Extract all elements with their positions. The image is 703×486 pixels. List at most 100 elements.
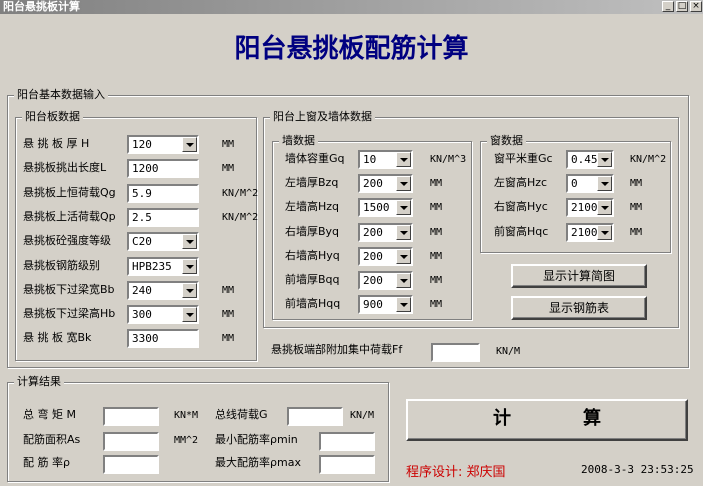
wall-row-select[interactable]: 900	[358, 295, 413, 315]
wall-row-value: 200	[363, 177, 383, 191]
slab-row-input[interactable]: 1200	[127, 159, 199, 179]
total-load-output[interactable]	[287, 407, 343, 426]
chevron-down-icon[interactable]	[597, 176, 612, 192]
slab-row-unit: KN/M^2	[222, 187, 259, 199]
minimize-button[interactable]: _	[662, 1, 674, 12]
wall-row-value: 200	[363, 249, 383, 263]
chevron-down-icon[interactable]	[396, 224, 411, 240]
wall-row-unit: MM	[430, 226, 443, 238]
slab-row-select[interactable]: C20	[127, 232, 199, 252]
wall-row-select[interactable]: 200	[358, 271, 413, 290]
ratio-label: 配 筋 率ρ	[23, 456, 70, 469]
wall-row-label: 左墙高Hzq	[285, 200, 340, 214]
wall-row-select[interactable]: 10	[358, 150, 413, 169]
window-row-label: 窗平米重Gc	[494, 152, 553, 165]
show-diagram-button[interactable]: 显示计算简图	[511, 264, 647, 288]
chevron-down-icon[interactable]	[597, 152, 612, 167]
maximize-button[interactable]: □	[676, 1, 688, 12]
slab-row-unit: MM	[222, 163, 235, 175]
wall-row-select[interactable]: 200	[358, 246, 413, 266]
slab-row-value: 1200	[132, 162, 159, 176]
chevron-down-icon[interactable]	[396, 248, 411, 264]
area-output[interactable]	[103, 432, 159, 451]
slab-row-label: 悬挑板上恒荷载Qg	[23, 185, 116, 199]
chevron-down-icon[interactable]	[597, 200, 612, 216]
slab-row-label: 悬挑板钢筋级别	[23, 258, 100, 272]
chevron-down-icon[interactable]	[396, 273, 411, 288]
wall-row-select[interactable]: 200	[358, 174, 413, 194]
wall-row-label: 前墙厚Bqq	[285, 273, 340, 286]
slab-row-label: 悬挑板砼强度等级	[23, 234, 111, 248]
concentrated-load-unit: KN/M	[496, 346, 521, 357]
slab-row-label: 悬挑板下过梁高Hb	[23, 307, 116, 321]
slab-row-unit: MM	[222, 333, 235, 345]
author-credit: 程序设计: 郑庆国	[406, 465, 506, 480]
chevron-down-icon[interactable]	[182, 234, 197, 250]
slab-row-value: HPB235	[132, 259, 172, 273]
chevron-down-icon[interactable]	[396, 200, 411, 216]
slab-row-value: 2.5	[132, 210, 152, 224]
wall-row-unit: MM	[430, 202, 443, 214]
wall-row-unit: MM	[430, 299, 443, 311]
window-row-select[interactable]: 2100	[566, 198, 614, 218]
wall-row-label: 右墙厚Byq	[285, 224, 340, 238]
min-ratio-output[interactable]	[319, 432, 375, 451]
close-button[interactable]: ×	[690, 1, 702, 12]
chevron-down-icon[interactable]	[182, 307, 197, 323]
wall-row-value: 10	[363, 153, 377, 166]
slab-row-label: 悬 挑 板 厚 H	[23, 137, 90, 150]
window-row-select[interactable]: 0	[566, 174, 614, 194]
chevron-down-icon[interactable]	[597, 224, 612, 240]
max-ratio-label: 最大配筋率ρmax	[215, 456, 301, 469]
concentrated-load-input[interactable]	[431, 343, 480, 362]
basic-data-label: 阳台基本数据输入	[14, 88, 108, 102]
window-row-select[interactable]: 0.45	[566, 150, 614, 169]
window-row-label: 左窗高Hzc	[494, 176, 548, 190]
wall-row-select[interactable]: 1500	[358, 198, 413, 218]
chevron-down-icon[interactable]	[182, 258, 197, 274]
slab-row-input[interactable]: 2.5	[127, 207, 199, 227]
area-unit: MM^2	[174, 435, 199, 446]
wall-row-unit: KN/M^3	[430, 154, 467, 165]
slab-row-unit: MM	[222, 139, 235, 150]
total-load-label: 总线荷载G	[215, 408, 268, 421]
window-row-value: 2100	[571, 225, 598, 239]
wall-row-label: 右墙高Hyq	[285, 248, 340, 262]
slab-row-value: 5.9	[132, 186, 152, 200]
slab-row-input[interactable]: 3300	[127, 329, 199, 349]
timestamp: 2008-3-3 23:53:25	[581, 463, 694, 476]
show-rebar-button[interactable]: 显示钢筋表	[511, 296, 647, 320]
wall-row-unit: MM	[430, 178, 443, 190]
ratio-output[interactable]	[103, 455, 159, 474]
slab-row-input[interactable]: 5.9	[127, 183, 199, 203]
window-row-unit: MM	[630, 178, 643, 190]
slab-row-label: 悬挑板下过梁宽Bb	[23, 282, 115, 296]
moment-unit: KN*M	[174, 410, 199, 421]
window-row-value: 0	[571, 177, 578, 191]
max-ratio-output[interactable]	[319, 455, 375, 474]
area-label: 配筋面积As	[23, 433, 81, 446]
slab-row-select[interactable]: 300	[127, 305, 199, 325]
moment-output[interactable]	[103, 407, 159, 426]
chevron-down-icon[interactable]	[396, 176, 411, 192]
chevron-down-icon[interactable]	[182, 282, 197, 298]
slab-row-select[interactable]: HPB235	[127, 256, 199, 276]
results-label: 计算结果	[14, 375, 64, 389]
slab-row-value: 300	[132, 308, 152, 322]
window-row-value: 0.45	[571, 153, 598, 166]
slab-row-label: 悬挑板上活荷载Qp	[23, 209, 116, 223]
page-title: 阳台悬挑板配筋计算	[234, 34, 469, 64]
calculate-button[interactable]: 计 算	[406, 399, 688, 441]
chevron-down-icon[interactable]	[182, 137, 197, 152]
wall-row-value: 1500	[363, 201, 390, 215]
slab-row-unit: MM	[222, 284, 235, 296]
window-row-select[interactable]: 2100	[566, 222, 614, 242]
wall-row-select[interactable]: 200	[358, 222, 413, 242]
slab-row-select[interactable]: 240	[127, 280, 199, 300]
chevron-down-icon[interactable]	[396, 152, 411, 167]
slab-row-select[interactable]: 120	[127, 135, 199, 154]
chevron-down-icon[interactable]	[396, 297, 411, 313]
slab-row-label: 悬 挑 板 宽Bk	[23, 331, 92, 345]
window-row-label: 前窗高Hqc	[494, 224, 549, 238]
window-row-unit: MM	[630, 202, 643, 214]
